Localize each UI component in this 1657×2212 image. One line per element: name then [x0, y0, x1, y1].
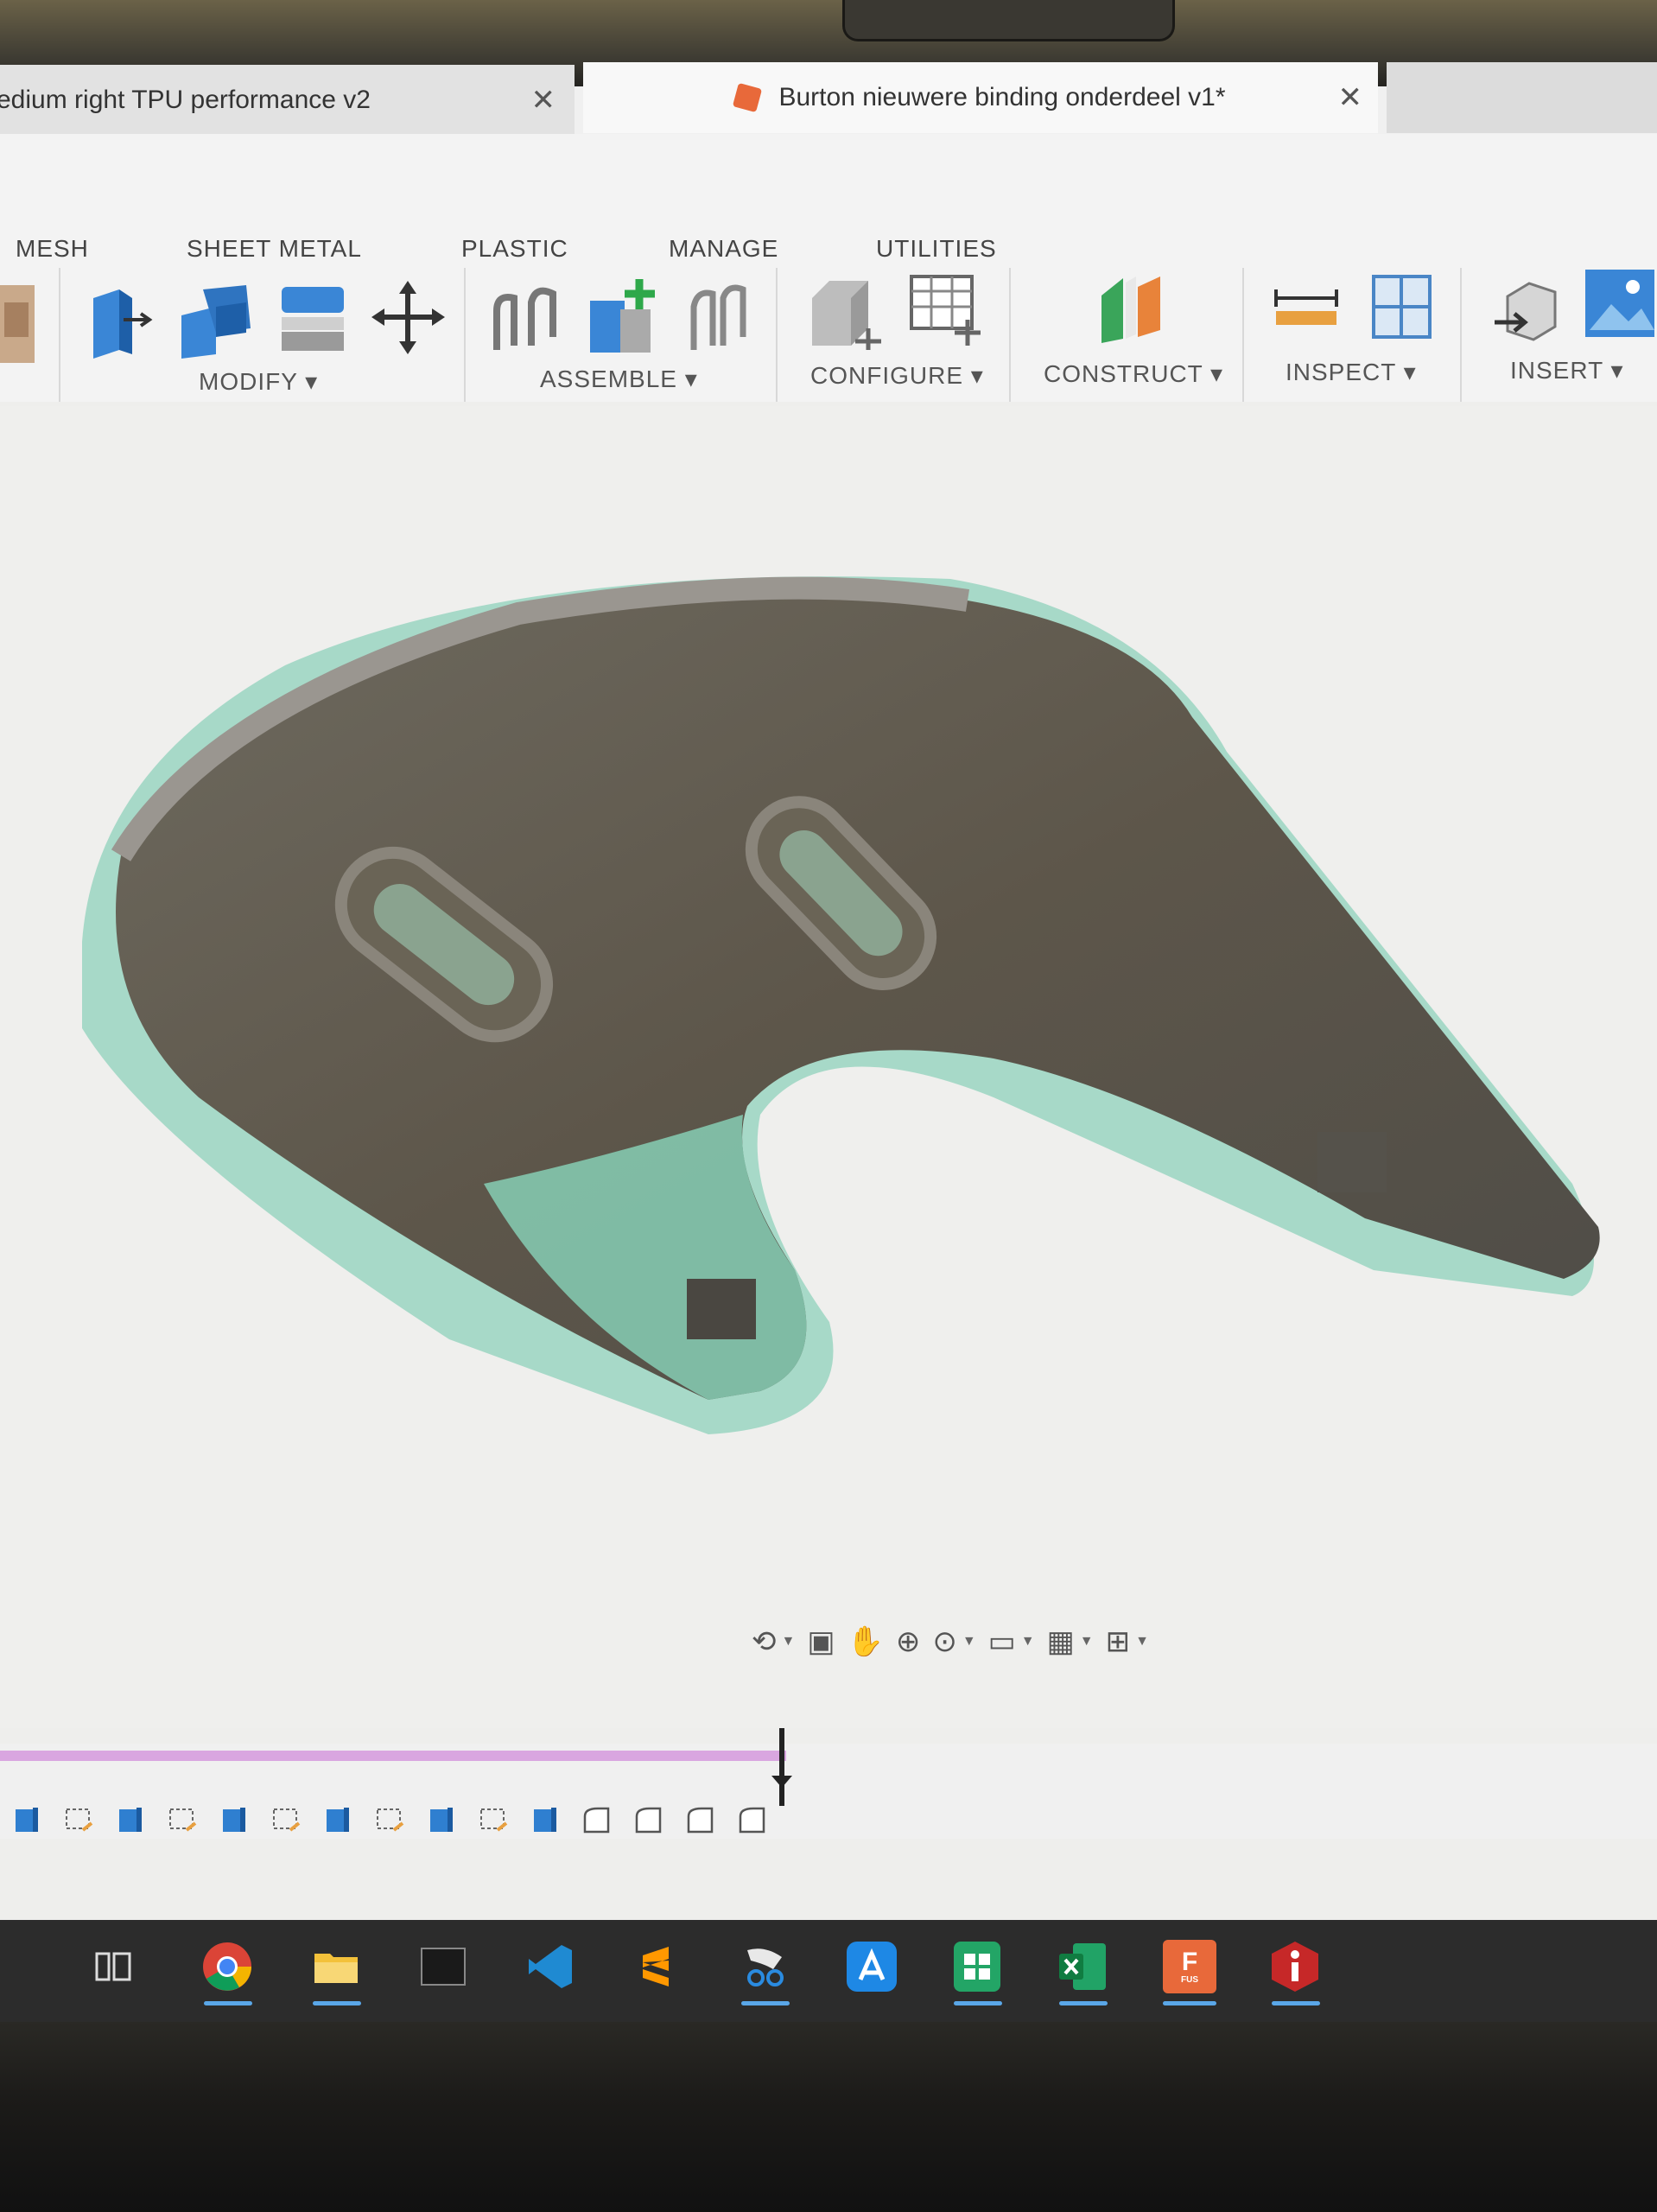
- insert-dropdown[interactable]: INSERT ▾: [1510, 356, 1624, 385]
- fusion-cube-icon: [733, 82, 763, 113]
- tab-plastic[interactable]: PLASTIC: [461, 235, 568, 263]
- move-icon[interactable]: [371, 281, 445, 354]
- tab-manage[interactable]: MANAGE: [669, 235, 778, 263]
- navigation-bar: ⟲ ▼ ▣ ✋ ⊕ ⊙ ▼ ▭ ▼ ▦ ▼ ⊞ ▼: [743, 1616, 1261, 1668]
- info-app-icon[interactable]: [1268, 1940, 1322, 1993]
- pan-icon[interactable]: ✋: [847, 1624, 883, 1659]
- timeline-fillet-icon[interactable]: [736, 1804, 769, 1837]
- orbit-icon[interactable]: ⟲: [752, 1624, 777, 1659]
- tab-sheet-metal[interactable]: SHEET METAL: [187, 235, 362, 263]
- chrome-active-indicator: [204, 2001, 252, 2005]
- insert-derive-icon[interactable]: [1490, 275, 1559, 344]
- configure-icon[interactable]: [808, 272, 886, 350]
- timeline-marker[interactable]: [779, 1728, 784, 1806]
- construct-dropdown[interactable]: CONSTRUCT ▾: [1044, 359, 1223, 388]
- timeline-fillet-icon[interactable]: [684, 1804, 717, 1837]
- timeline-sketch-icon[interactable]: [373, 1804, 406, 1837]
- separator: [776, 268, 778, 402]
- grid-icon[interactable]: ▦: [1047, 1624, 1075, 1659]
- snipping-tool-icon[interactable]: [739, 1940, 792, 1993]
- tab-utilities[interactable]: UTILITIES: [876, 235, 997, 263]
- tab-mesh[interactable]: MESH: [16, 235, 89, 263]
- chrome-icon[interactable]: [200, 1940, 254, 1993]
- chevron-down-icon[interactable]: ▼: [1021, 1634, 1035, 1649]
- timeline-sketch-icon[interactable]: [477, 1804, 510, 1837]
- close-icon[interactable]: ✕: [1338, 80, 1363, 115]
- inspect-dropdown[interactable]: INSPECT ▾: [1286, 358, 1417, 386]
- press-pull-icon[interactable]: [85, 281, 154, 359]
- app-store-icon[interactable]: [845, 1940, 898, 1993]
- display-settings-icon[interactable]: ▭: [988, 1624, 1016, 1659]
- timeline-extrude-icon[interactable]: [10, 1804, 43, 1837]
- timeline-sketch-icon[interactable]: [166, 1804, 199, 1837]
- separator: [1009, 268, 1011, 402]
- binding-model[interactable]: [0, 406, 1657, 1728]
- timeline-extrude-icon[interactable]: [218, 1804, 251, 1837]
- sketch-image-icon[interactable]: [0, 285, 39, 363]
- timeline-extrude-icon[interactable]: [114, 1804, 147, 1837]
- chevron-down-icon[interactable]: ▼: [962, 1634, 976, 1649]
- monitor-bezel-bottom: [0, 2022, 1657, 2212]
- interference-icon[interactable]: [1369, 272, 1434, 341]
- viewports-icon[interactable]: ⊞: [1106, 1624, 1131, 1659]
- document-tab-inactive[interactable]: edium right TPU performance v2 ✕: [0, 65, 575, 136]
- explorer-active-indicator: [313, 2001, 361, 2005]
- separator: [1242, 268, 1244, 402]
- look-at-icon[interactable]: ▣: [807, 1624, 835, 1659]
- configure-dropdown[interactable]: CONFIGURE ▾: [810, 361, 984, 390]
- canvas-icon[interactable]: [1585, 270, 1657, 339]
- fusion-subtext: FUS: [1181, 1974, 1198, 1985]
- timeline-fillet-icon[interactable]: [632, 1804, 665, 1837]
- timeline-progress: [0, 1751, 786, 1761]
- separator: [464, 268, 466, 402]
- terminal-icon[interactable]: [416, 1940, 470, 1993]
- tab-label: edium right TPU performance v2: [0, 86, 371, 114]
- tab-label: Burton nieuwere binding onderdeel v1*: [778, 83, 1226, 111]
- sheets-active-indicator: [954, 2001, 1002, 2005]
- modify-dropdown[interactable]: MODIFY ▾: [199, 367, 318, 396]
- google-sheets-icon[interactable]: [950, 1940, 1004, 1993]
- offset-plane-icon[interactable]: [1093, 270, 1171, 347]
- info-active-indicator: [1272, 2001, 1320, 2005]
- timeline-extrude-icon[interactable]: [321, 1804, 354, 1837]
- close-icon[interactable]: ✕: [531, 83, 556, 118]
- zoom-icon[interactable]: ⊕: [896, 1624, 921, 1659]
- timeline-fillet-icon[interactable]: [581, 1804, 613, 1837]
- excel-active-indicator: [1059, 2001, 1108, 2005]
- joint-icon[interactable]: [488, 276, 566, 359]
- document-tab-active[interactable]: Burton nieuwere binding onderdeel v1* ✕: [583, 62, 1378, 133]
- sublime-text-icon[interactable]: [629, 1940, 682, 1993]
- fusion-active-indicator: [1163, 2001, 1216, 2005]
- timeline-extrude-icon[interactable]: [425, 1804, 458, 1837]
- chevron-down-icon[interactable]: ▼: [1135, 1634, 1149, 1649]
- timeline-extrude-icon[interactable]: [529, 1804, 562, 1837]
- chevron-down-icon[interactable]: ▼: [1080, 1634, 1094, 1649]
- separator: [1460, 268, 1462, 402]
- file-explorer-icon[interactable]: [309, 1940, 363, 1993]
- excel-icon[interactable]: [1056, 1940, 1109, 1993]
- fit-icon[interactable]: ⊙: [932, 1624, 957, 1659]
- table-icon[interactable]: [907, 272, 981, 346]
- vscode-icon[interactable]: [524, 1940, 577, 1993]
- fusion-letter: F: [1181, 1947, 1198, 1976]
- shell-icon[interactable]: [275, 278, 352, 356]
- chevron-down-icon[interactable]: ▼: [782, 1634, 796, 1649]
- new-component-icon[interactable]: [586, 275, 663, 357]
- fusion-360-icon[interactable]: F FUS: [1163, 1940, 1216, 1993]
- snip-active-indicator: [741, 2001, 790, 2005]
- timeline-sketch-icon[interactable]: [270, 1804, 302, 1837]
- fillet-icon[interactable]: [177, 281, 255, 359]
- measure-icon[interactable]: [1272, 281, 1341, 333]
- webcam: [842, 0, 1175, 41]
- timeline-sketch-icon[interactable]: [62, 1804, 95, 1837]
- rigid-group-icon[interactable]: [687, 276, 752, 354]
- separator: [59, 268, 60, 402]
- task-view-icon[interactable]: [86, 1940, 140, 1993]
- assemble-dropdown[interactable]: ASSEMBLE ▾: [540, 365, 698, 393]
- tab-overflow[interactable]: [1387, 62, 1657, 133]
